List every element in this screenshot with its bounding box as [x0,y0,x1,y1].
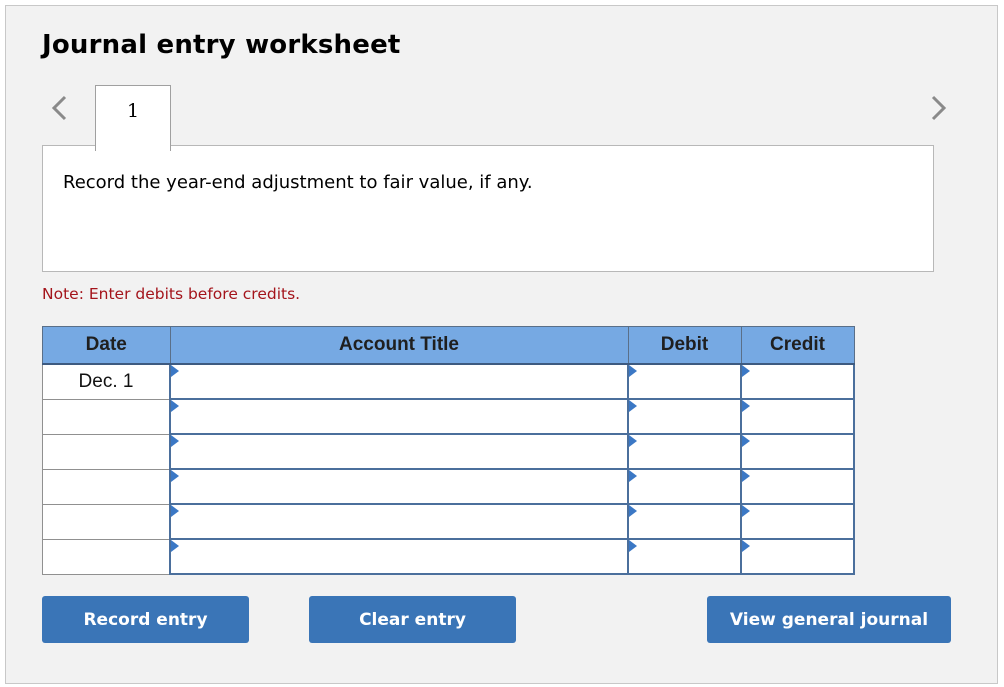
table-row [42,398,855,435]
dropdown-indicator-icon [171,435,179,447]
question-box: Record the year-end adjustment to fair v… [42,145,934,272]
credit-cell [740,363,855,400]
account-cell [169,538,629,575]
next-button[interactable] [928,93,950,123]
dropdown-indicator-icon [742,505,750,517]
credit-cell [740,433,855,470]
debit-input[interactable] [629,366,740,397]
record-entry-button[interactable]: Record entry [42,596,249,643]
debit-input[interactable] [629,506,740,537]
dropdown-indicator-icon [629,435,637,447]
date-cell [42,398,171,435]
dropdown-indicator-icon [171,505,179,517]
account-cell [169,468,629,505]
dropdown-indicator-icon [171,470,179,482]
dropdown-indicator-icon [171,400,179,412]
dropdown-indicator-icon [629,400,637,412]
account-title-input[interactable] [171,401,627,432]
table-row [42,468,855,505]
prev-button[interactable] [48,93,70,123]
credit-input[interactable] [742,541,853,572]
chevron-right-icon [931,95,947,121]
date-cell [42,468,171,505]
account-title-input[interactable] [171,366,627,397]
header-date: Date [42,326,171,365]
page-title: Journal entry worksheet [42,30,401,60]
credit-cell [740,538,855,575]
note-text: Note: Enter debits before credits. [42,285,301,303]
debit-cell [627,398,742,435]
account-title-input[interactable] [171,436,627,467]
question-text: Record the year-end adjustment to fair v… [63,172,533,193]
date-cell [42,503,171,540]
date-cell: Dec. 1 [42,363,171,400]
dropdown-indicator-icon [629,470,637,482]
tab-1[interactable]: 1 [95,85,171,151]
dropdown-indicator-icon [742,435,750,447]
dropdown-indicator-icon [629,505,637,517]
header-account-title: Account Title [169,326,629,365]
account-cell [169,433,629,470]
debit-input[interactable] [629,471,740,502]
dropdown-indicator-icon [629,540,637,552]
credit-input[interactable] [742,366,853,397]
debit-cell [627,468,742,505]
credit-input[interactable] [742,401,853,432]
debit-cell [627,363,742,400]
table-row [42,538,855,575]
debit-input[interactable] [629,401,740,432]
account-cell [169,363,629,400]
debit-cell [627,538,742,575]
dropdown-indicator-icon [742,470,750,482]
debit-cell [627,503,742,540]
dropdown-indicator-icon [171,540,179,552]
view-general-journal-button[interactable]: View general journal [707,596,951,643]
date-cell [42,433,171,470]
debit-cell [627,433,742,470]
account-title-input[interactable] [171,506,627,537]
header-debit: Debit [627,326,742,365]
credit-input[interactable] [742,506,853,537]
dropdown-indicator-icon [171,365,179,377]
table-row [42,503,855,540]
dropdown-indicator-icon [742,400,750,412]
debit-input[interactable] [629,436,740,467]
date-cell [42,538,171,575]
table-row: Dec. 1 [42,363,855,400]
credit-cell [740,468,855,505]
account-title-input[interactable] [171,541,627,572]
chevron-left-icon [51,95,67,121]
credit-cell [740,398,855,435]
table-row [42,433,855,470]
credit-input[interactable] [742,436,853,467]
header-credit: Credit [740,326,855,365]
dropdown-indicator-icon [742,540,750,552]
account-cell [169,503,629,540]
account-cell [169,398,629,435]
journal-table: Date Account Title Debit Credit Dec. 1 [42,326,855,575]
credit-input[interactable] [742,471,853,502]
debit-input[interactable] [629,541,740,572]
dropdown-indicator-icon [742,365,750,377]
credit-cell [740,503,855,540]
table-header-row: Date Account Title Debit Credit [42,326,855,365]
account-title-input[interactable] [171,471,627,502]
clear-entry-button[interactable]: Clear entry [309,596,516,643]
dropdown-indicator-icon [629,365,637,377]
